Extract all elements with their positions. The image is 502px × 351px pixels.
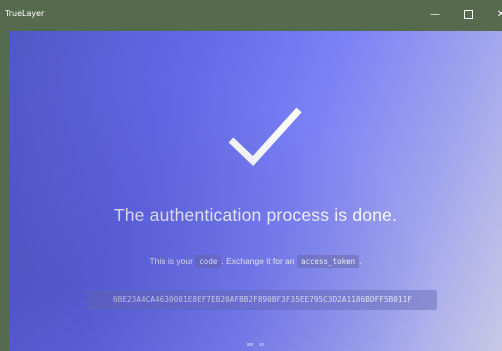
instruction-text: This is your code. Exchange it for an ac… <box>9 255 502 268</box>
maximize-icon[interactable] <box>456 7 480 23</box>
partial-ornament <box>247 343 264 346</box>
auth-complete-panel: The authentication process is done. This… <box>9 31 502 351</box>
close-icon[interactable]: ✕ <box>489 7 502 23</box>
app-window: TrueLayer — ✕ The authentication process… <box>0 0 502 351</box>
checkmark-icon <box>228 107 302 167</box>
auth-code-value[interactable]: 6BE23A4CA4630081E8EF7EB20AFBB2F890BF3F35… <box>88 290 437 310</box>
instruction-middle: . Exchange it for an <box>221 256 295 266</box>
access-token-keyword: access_token <box>296 255 360 268</box>
title-bar[interactable]: TrueLayer — ✕ <box>0 0 502 31</box>
window-title: TrueLayer <box>5 9 45 18</box>
instruction-suffix: . <box>359 256 362 266</box>
instruction-prefix: This is your <box>149 256 193 266</box>
page-title: The authentication process is done. <box>113 205 398 225</box>
code-keyword: code <box>195 255 222 268</box>
minimize-icon[interactable]: — <box>423 7 447 23</box>
